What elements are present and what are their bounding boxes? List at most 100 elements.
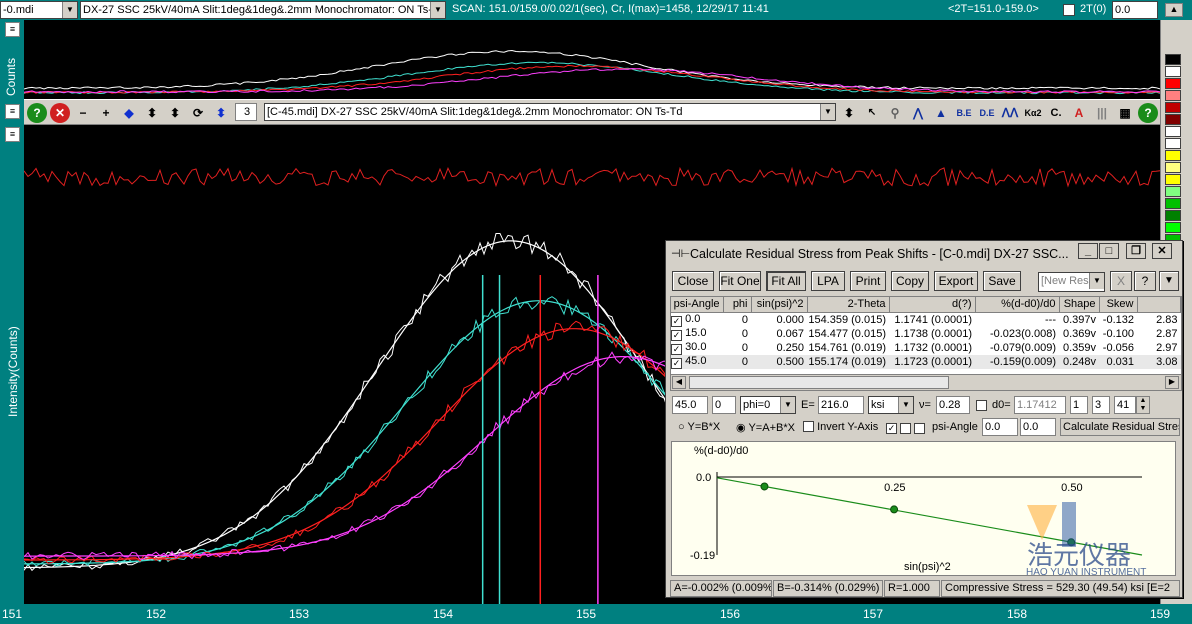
pattern-combo[interactable]: [C-45.mdi] DX-27 SSC 25kV/40mA Slit:1deg…: [264, 103, 836, 121]
palette-swatch[interactable]: [1165, 222, 1181, 233]
up-down-icon[interactable]: ⬍: [839, 103, 859, 123]
export-button[interactable]: Export: [934, 271, 978, 291]
column-header[interactable]: d(?): [889, 297, 976, 313]
help-icon[interactable]: ?: [27, 103, 47, 123]
nu-input[interactable]: 0.28: [936, 396, 970, 414]
description-combo[interactable]: DX-27 SSC 25kV/40mA Slit:1deg&1deg&.2mm …: [80, 1, 446, 19]
chevron-down-icon[interactable]: ▼: [1159, 271, 1179, 291]
help-icon[interactable]: ?: [1138, 103, 1158, 123]
column-header[interactable]: sin(psi)^2: [751, 297, 808, 313]
column-header[interactable]: phi: [723, 297, 752, 313]
arrow-up-icon[interactable]: ▲: [1165, 3, 1183, 17]
magnify-icon[interactable]: ⚲: [885, 103, 905, 123]
row-checkbox[interactable]: ✓: [671, 315, 682, 327]
column-header[interactable]: Skew: [1099, 297, 1138, 313]
palette-swatch[interactable]: [1165, 54, 1181, 65]
count-input[interactable]: 3: [235, 103, 257, 121]
grid-icon[interactable]: ▦: [1115, 103, 1135, 123]
radio-y-abx[interactable]: ◉ Y=A+B*X: [736, 421, 795, 434]
ka2-icon[interactable]: Kα2: [1023, 103, 1043, 123]
palette-swatch[interactable]: [1165, 198, 1181, 209]
calculate-button[interactable]: Calculate Residual Stress: [1060, 418, 1180, 436]
chevron-down-icon[interactable]: ▼: [898, 397, 913, 413]
spin-icon[interactable]: ▲ ▼: [1136, 396, 1150, 414]
menu-icon[interactable]: ≡: [5, 22, 20, 37]
option-v1-input[interactable]: 0.0: [982, 418, 1018, 436]
plus-icon[interactable]: +: [96, 103, 116, 123]
psi-input[interactable]: 45.0: [672, 396, 708, 414]
results-table[interactable]: psi-Angle phi sin(psi)^2 2-Theta d(?) %(d-d0)…: [670, 296, 1182, 391]
palette-swatch[interactable]: [1165, 150, 1181, 161]
row-checkbox[interactable]: ✓: [671, 343, 682, 355]
palette-swatch[interactable]: [1165, 102, 1181, 113]
peak-search-icon[interactable]: ᐱᐱ: [1000, 103, 1020, 123]
column-header[interactable]: Shape: [1059, 297, 1100, 313]
help-button[interactable]: ?: [1134, 271, 1156, 291]
minus-icon[interactable]: −: [73, 103, 93, 123]
close-icon[interactable]: ✕: [1152, 243, 1172, 259]
palette-swatch[interactable]: [1165, 174, 1181, 185]
menu-icon[interactable]: ≡: [5, 127, 20, 142]
e-input[interactable]: 216.0: [818, 396, 864, 414]
option-checkbox[interactable]: [900, 423, 911, 434]
arrow-right-icon[interactable]: ▶: [1165, 376, 1179, 389]
column-header[interactable]: psi-Angle: [671, 297, 724, 313]
up-down-blue-icon[interactable]: ⬍: [211, 103, 231, 123]
copy-button[interactable]: Copy: [891, 271, 929, 291]
bars-icon[interactable]: |||: [1092, 103, 1112, 123]
new-result-combo[interactable]: [New Resi ▼: [1038, 272, 1105, 292]
restore-icon[interactable]: ❐: [1126, 243, 1146, 259]
fit-one-button[interactable]: Fit One: [719, 271, 761, 291]
horizontal-scrollbar[interactable]: ◀ ▶: [671, 374, 1181, 390]
file-combo[interactable]: -0.mdi ▼: [0, 1, 78, 19]
menu-icon[interactable]: ≡: [5, 104, 20, 119]
palette-swatch[interactable]: [1165, 210, 1181, 221]
up-down-icon[interactable]: ⬍: [142, 103, 162, 123]
n3-input[interactable]: 41: [1114, 396, 1136, 414]
unit-combo[interactable]: ksi ▼: [868, 396, 914, 414]
lpa-button[interactable]: LPA: [811, 271, 845, 291]
at-icon[interactable]: A: [1069, 103, 1089, 123]
chevron-down-icon[interactable]: ▼: [62, 2, 77, 18]
stress-plot[interactable]: %(d-d0)/d0 sin(psi)^2 0.0 -0.19 0.25 0.50 浩元仪器…: [671, 441, 1176, 578]
palette-swatch[interactable]: [1165, 114, 1181, 125]
save-button[interactable]: Save: [983, 271, 1021, 291]
left-right-arrows-icon[interactable]: ◆: [119, 103, 139, 123]
column-header[interactable]: 2-Theta: [807, 297, 890, 313]
palette-swatch[interactable]: [1165, 90, 1181, 101]
arrow-left-icon[interactable]: ◀: [672, 376, 686, 389]
phi-combo[interactable]: phi=0 ▼: [740, 396, 796, 414]
invert-y-checkbox[interactable]: Invert Y-Axis: [803, 421, 878, 433]
scroll-thumb[interactable]: [689, 376, 949, 389]
radio-y-bx[interactable]: ○ Y=B*X: [678, 421, 720, 433]
c-icon[interactable]: C.: [1046, 103, 1066, 123]
close-red-icon[interactable]: ✕: [50, 103, 70, 123]
palette-swatch[interactable]: [1165, 162, 1181, 173]
palette-swatch[interactable]: [1165, 126, 1181, 137]
palette-swatch[interactable]: [1165, 66, 1181, 77]
up-down-icon[interactable]: ⬍: [165, 103, 185, 123]
twotheta-checkbox[interactable]: [1063, 4, 1075, 16]
d0-checkbox[interactable]: [976, 400, 987, 411]
n2-input[interactable]: 3: [1092, 396, 1110, 414]
table-row[interactable]: ✓ 15.0 0 0.067 154.477 (0.015) 1.1738 (0.000…: [671, 327, 1181, 341]
n1-input[interactable]: 1: [1070, 396, 1088, 414]
chevron-down-icon[interactable]: ▼: [780, 397, 795, 413]
be-icon[interactable]: B.E: [954, 103, 974, 123]
de-icon[interactable]: D.E: [977, 103, 997, 123]
table-row[interactable]: ✓ 30.0 0 0.250 154.761 (0.019) 1.1732 (0.000…: [671, 341, 1181, 355]
minimize-icon[interactable]: _: [1078, 243, 1098, 259]
palette-swatch[interactable]: [1165, 138, 1181, 149]
maximize-icon[interactable]: □: [1099, 243, 1119, 259]
d0-input[interactable]: 1.17412: [1014, 396, 1066, 414]
zoom-cursor-icon[interactable]: ↖: [862, 103, 882, 123]
close-button[interactable]: Close: [672, 271, 714, 291]
palette-swatch[interactable]: [1165, 186, 1181, 197]
fit-all-button[interactable]: Fit All: [766, 271, 806, 291]
refresh-icon[interactable]: ⟳: [188, 103, 208, 123]
table-row[interactable]: ✓ 0.0 0 0.000 154.359 (0.015) 1.1741 (0.0001…: [671, 312, 1181, 327]
row-checkbox[interactable]: ✓: [671, 357, 682, 369]
chevron-down-icon[interactable]: ▼: [430, 2, 445, 18]
print-button[interactable]: Print: [850, 271, 886, 291]
chevron-down-icon[interactable]: ▼: [820, 104, 835, 120]
